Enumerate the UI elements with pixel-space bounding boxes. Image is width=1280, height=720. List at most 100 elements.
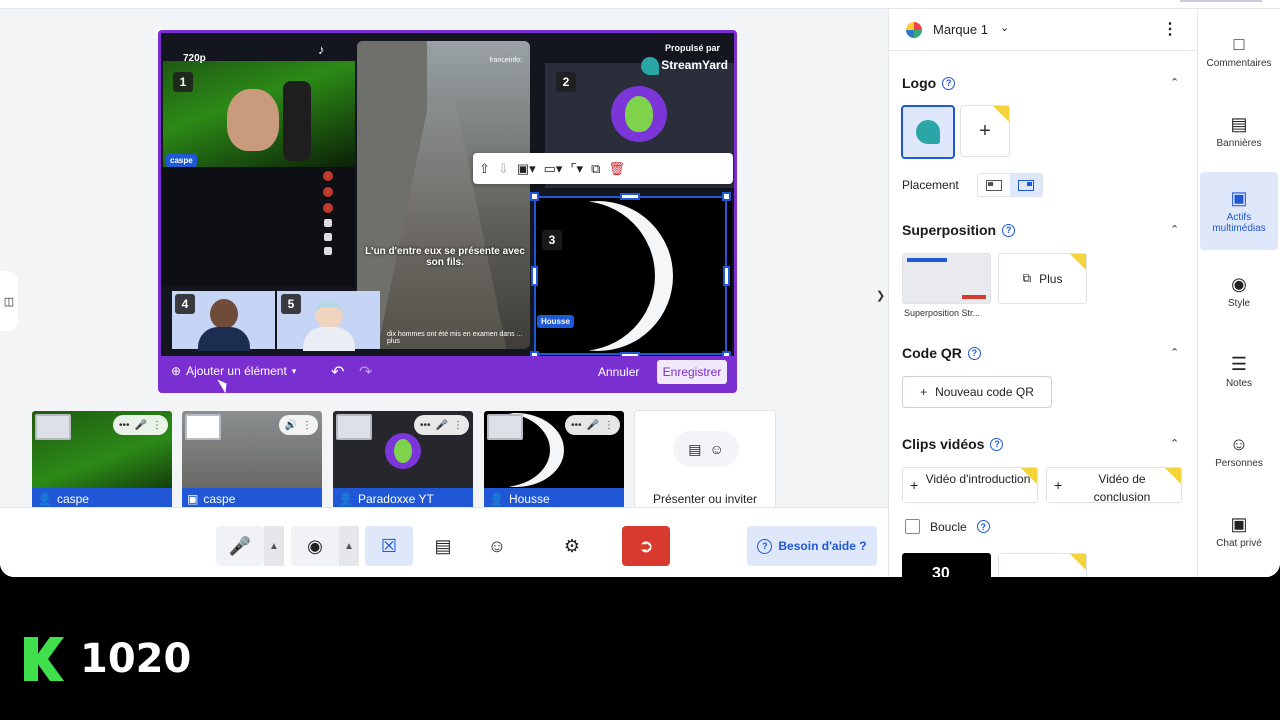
side-rail: □ Commentaires ▤ Bannières ▣ Actifs multimé… bbox=[1197, 9, 1280, 577]
help-icon: ? bbox=[757, 538, 773, 554]
present-or-invite-tile[interactable]: ▤ ☺ Présenter ou inviter bbox=[634, 410, 776, 510]
source-brand: franceinfo: bbox=[489, 57, 522, 64]
share-screen-button[interactable]: ▤ bbox=[419, 526, 467, 566]
tile-controls[interactable]: ••• 🎤 ⋮ bbox=[565, 415, 620, 435]
add-to-stream-icon[interactable] bbox=[487, 414, 523, 440]
rail-notes[interactable]: ☰ Notes bbox=[1200, 332, 1278, 410]
resolution-label: 720p bbox=[183, 53, 206, 64]
screen-share-icon: ▤ bbox=[434, 535, 452, 556]
resize-handle[interactable] bbox=[620, 193, 640, 200]
chevron-up-icon[interactable]: ⌃ bbox=[1170, 346, 1179, 359]
logo-section-title: Logo? bbox=[902, 75, 956, 91]
help-button[interactable]: ? Besoin d'aide ? bbox=[747, 526, 877, 566]
backstage-tile[interactable]: ••• 🎤 ⋮ 👤 Housse bbox=[484, 411, 624, 509]
streamyard-logo: Propulsé par StreamYard bbox=[545, 41, 734, 101]
rail-banners[interactable]: ▤ Bannières bbox=[1200, 92, 1278, 170]
placement-right-option[interactable] bbox=[1010, 174, 1042, 196]
rail-people[interactable]: ☺ Personnes bbox=[1200, 412, 1278, 490]
top-bar bbox=[0, 0, 1280, 9]
bring-forward-icon[interactable]: ⇧ bbox=[479, 161, 490, 177]
frame-icon[interactable]: ▣▾ bbox=[517, 161, 536, 177]
gear-icon: ⚙ bbox=[563, 535, 581, 556]
mic-icon: 🎤 bbox=[134, 419, 147, 431]
resize-handle[interactable] bbox=[531, 266, 538, 286]
video-caption: L'un d'entre eux se présente avec son fi… bbox=[365, 246, 525, 268]
add-logo-button[interactable]: + bbox=[960, 105, 1010, 157]
tile-controls[interactable]: ••• 🎤 ⋮ bbox=[113, 415, 168, 435]
screen-icon: ▣ bbox=[187, 491, 199, 506]
camera-button[interactable]: ◉ bbox=[291, 526, 339, 566]
add-to-stream-icon[interactable] bbox=[185, 414, 221, 440]
brand-name: Marque 1 bbox=[933, 22, 988, 37]
resize-handle[interactable] bbox=[723, 266, 730, 286]
add-to-stream-icon[interactable] bbox=[35, 414, 71, 440]
tile-controls[interactable]: 🔊 ⋮ bbox=[278, 415, 318, 435]
undo-icon[interactable]: ↶ bbox=[331, 362, 344, 382]
logo-wordmark: StreamYard bbox=[641, 57, 728, 75]
person-icon: 👤 bbox=[37, 491, 52, 506]
help-icon: ? bbox=[1002, 223, 1016, 237]
exit-icon: ➲ bbox=[638, 535, 654, 556]
copy-icon[interactable]: ⧉ bbox=[591, 161, 600, 177]
add-overlay-button[interactable]: ⧉ Plus bbox=[998, 253, 1087, 304]
intro-clip-button[interactable]: + Vidéo d'introduction bbox=[902, 467, 1038, 503]
tile-name: Paradoxxe YT bbox=[357, 491, 434, 506]
outro-clip-button[interactable]: + Vidéo de conclusion bbox=[1046, 467, 1182, 504]
chevron-up-icon[interactable]: ⌃ bbox=[1170, 76, 1179, 89]
selection-box[interactable] bbox=[534, 196, 727, 355]
add-clip-button[interactable] bbox=[998, 553, 1087, 577]
overlay-thumbnail[interactable] bbox=[902, 253, 991, 304]
camera-options-button[interactable]: ▲ bbox=[339, 526, 359, 566]
person-icon: 👤 bbox=[338, 491, 353, 506]
tile-name: Housse bbox=[508, 491, 550, 506]
tile-name: caspe bbox=[203, 491, 236, 506]
add-to-stream-icon[interactable] bbox=[336, 414, 372, 440]
backstage-tile[interactable]: 🔊 ⋮ ▣ caspe bbox=[182, 411, 322, 509]
bird-icon bbox=[641, 57, 660, 75]
mic-button[interactable]: 🎤 bbox=[216, 526, 264, 566]
loop-option[interactable]: Boucle? bbox=[905, 519, 990, 534]
layout-panel-toggle[interactable]: ◫ bbox=[0, 271, 18, 331]
invite-button[interactable]: ☺ bbox=[473, 526, 521, 566]
redo-icon[interactable]: ↷ bbox=[359, 362, 372, 382]
hide-self-button[interactable]: ☒ bbox=[365, 526, 413, 566]
add-element-button[interactable]: ⊕ Ajouter un élément ▾ bbox=[171, 364, 296, 378]
help-label: Besoin d'aide ? bbox=[778, 539, 867, 553]
resize-handle[interactable] bbox=[722, 192, 731, 201]
countdown-clip[interactable]: 30 bbox=[902, 553, 991, 577]
chevron-up-icon[interactable]: ⌃ bbox=[1170, 437, 1179, 450]
rail-comments[interactable]: □ Commentaires bbox=[1200, 12, 1278, 90]
placement-toggle bbox=[977, 173, 1043, 197]
mic-options-button[interactable]: ▲ bbox=[264, 526, 284, 566]
crop-icon[interactable]: ⌜▾ bbox=[570, 161, 583, 177]
backstage-tile[interactable]: ••• 🎤 ⋮ 👤 caspe bbox=[32, 411, 172, 509]
leave-studio-button[interactable]: ➲ bbox=[622, 526, 670, 566]
video-slot-main[interactable]: franceinfo: L'un d'entre eux se présente… bbox=[357, 41, 530, 349]
plus-circle-icon: ⊕ bbox=[171, 364, 182, 378]
cancel-button[interactable]: Annuler bbox=[598, 365, 639, 379]
video-footer-text: dix hommes ont été mis en examen dans ..… bbox=[387, 331, 523, 345]
backstage-tile[interactable]: ••• 🎤 ⋮ 👤 Paradoxxe YT bbox=[333, 411, 473, 509]
brand-panel: Marque 1 ⌄ ⋮ Logo? ⌃ + Placement Superpo… bbox=[888, 9, 1196, 577]
logo-thumbnail[interactable] bbox=[901, 105, 955, 159]
send-backward-icon[interactable]: ⇩ bbox=[498, 161, 509, 177]
more-icon: ⋮ bbox=[152, 419, 162, 431]
new-qr-button[interactable]: + Nouveau code QR bbox=[902, 376, 1052, 408]
rail-style[interactable]: ◉ Style bbox=[1200, 252, 1278, 330]
text-icon[interactable]: ▭▾ bbox=[544, 161, 563, 177]
rail-private-chat[interactable]: ▣ Chat privé bbox=[1200, 492, 1278, 570]
delete-icon[interactable]: 🗑 bbox=[608, 161, 625, 177]
chevron-up-icon[interactable]: ⌃ bbox=[1170, 223, 1179, 236]
save-button[interactable]: Enregistrer bbox=[657, 360, 727, 384]
chevron-down-icon: ▾ bbox=[291, 365, 297, 376]
settings-button[interactable]: ⚙ bbox=[548, 526, 596, 566]
tile-controls[interactable]: ••• 🎤 ⋮ bbox=[414, 415, 469, 435]
brand-selector[interactable]: Marque 1 ⌄ ⋮ bbox=[889, 9, 1196, 51]
loop-checkbox[interactable] bbox=[905, 519, 920, 534]
people-icon: ☺ bbox=[1229, 433, 1249, 454]
placement-left-option[interactable] bbox=[978, 174, 1010, 196]
rail-media-assets[interactable]: ▣ Actifs multimédias bbox=[1200, 172, 1278, 250]
chevron-right-icon[interactable]: ❯ bbox=[876, 289, 885, 302]
resize-handle[interactable] bbox=[530, 192, 539, 201]
more-icon[interactable]: ⋮ bbox=[1162, 19, 1178, 39]
